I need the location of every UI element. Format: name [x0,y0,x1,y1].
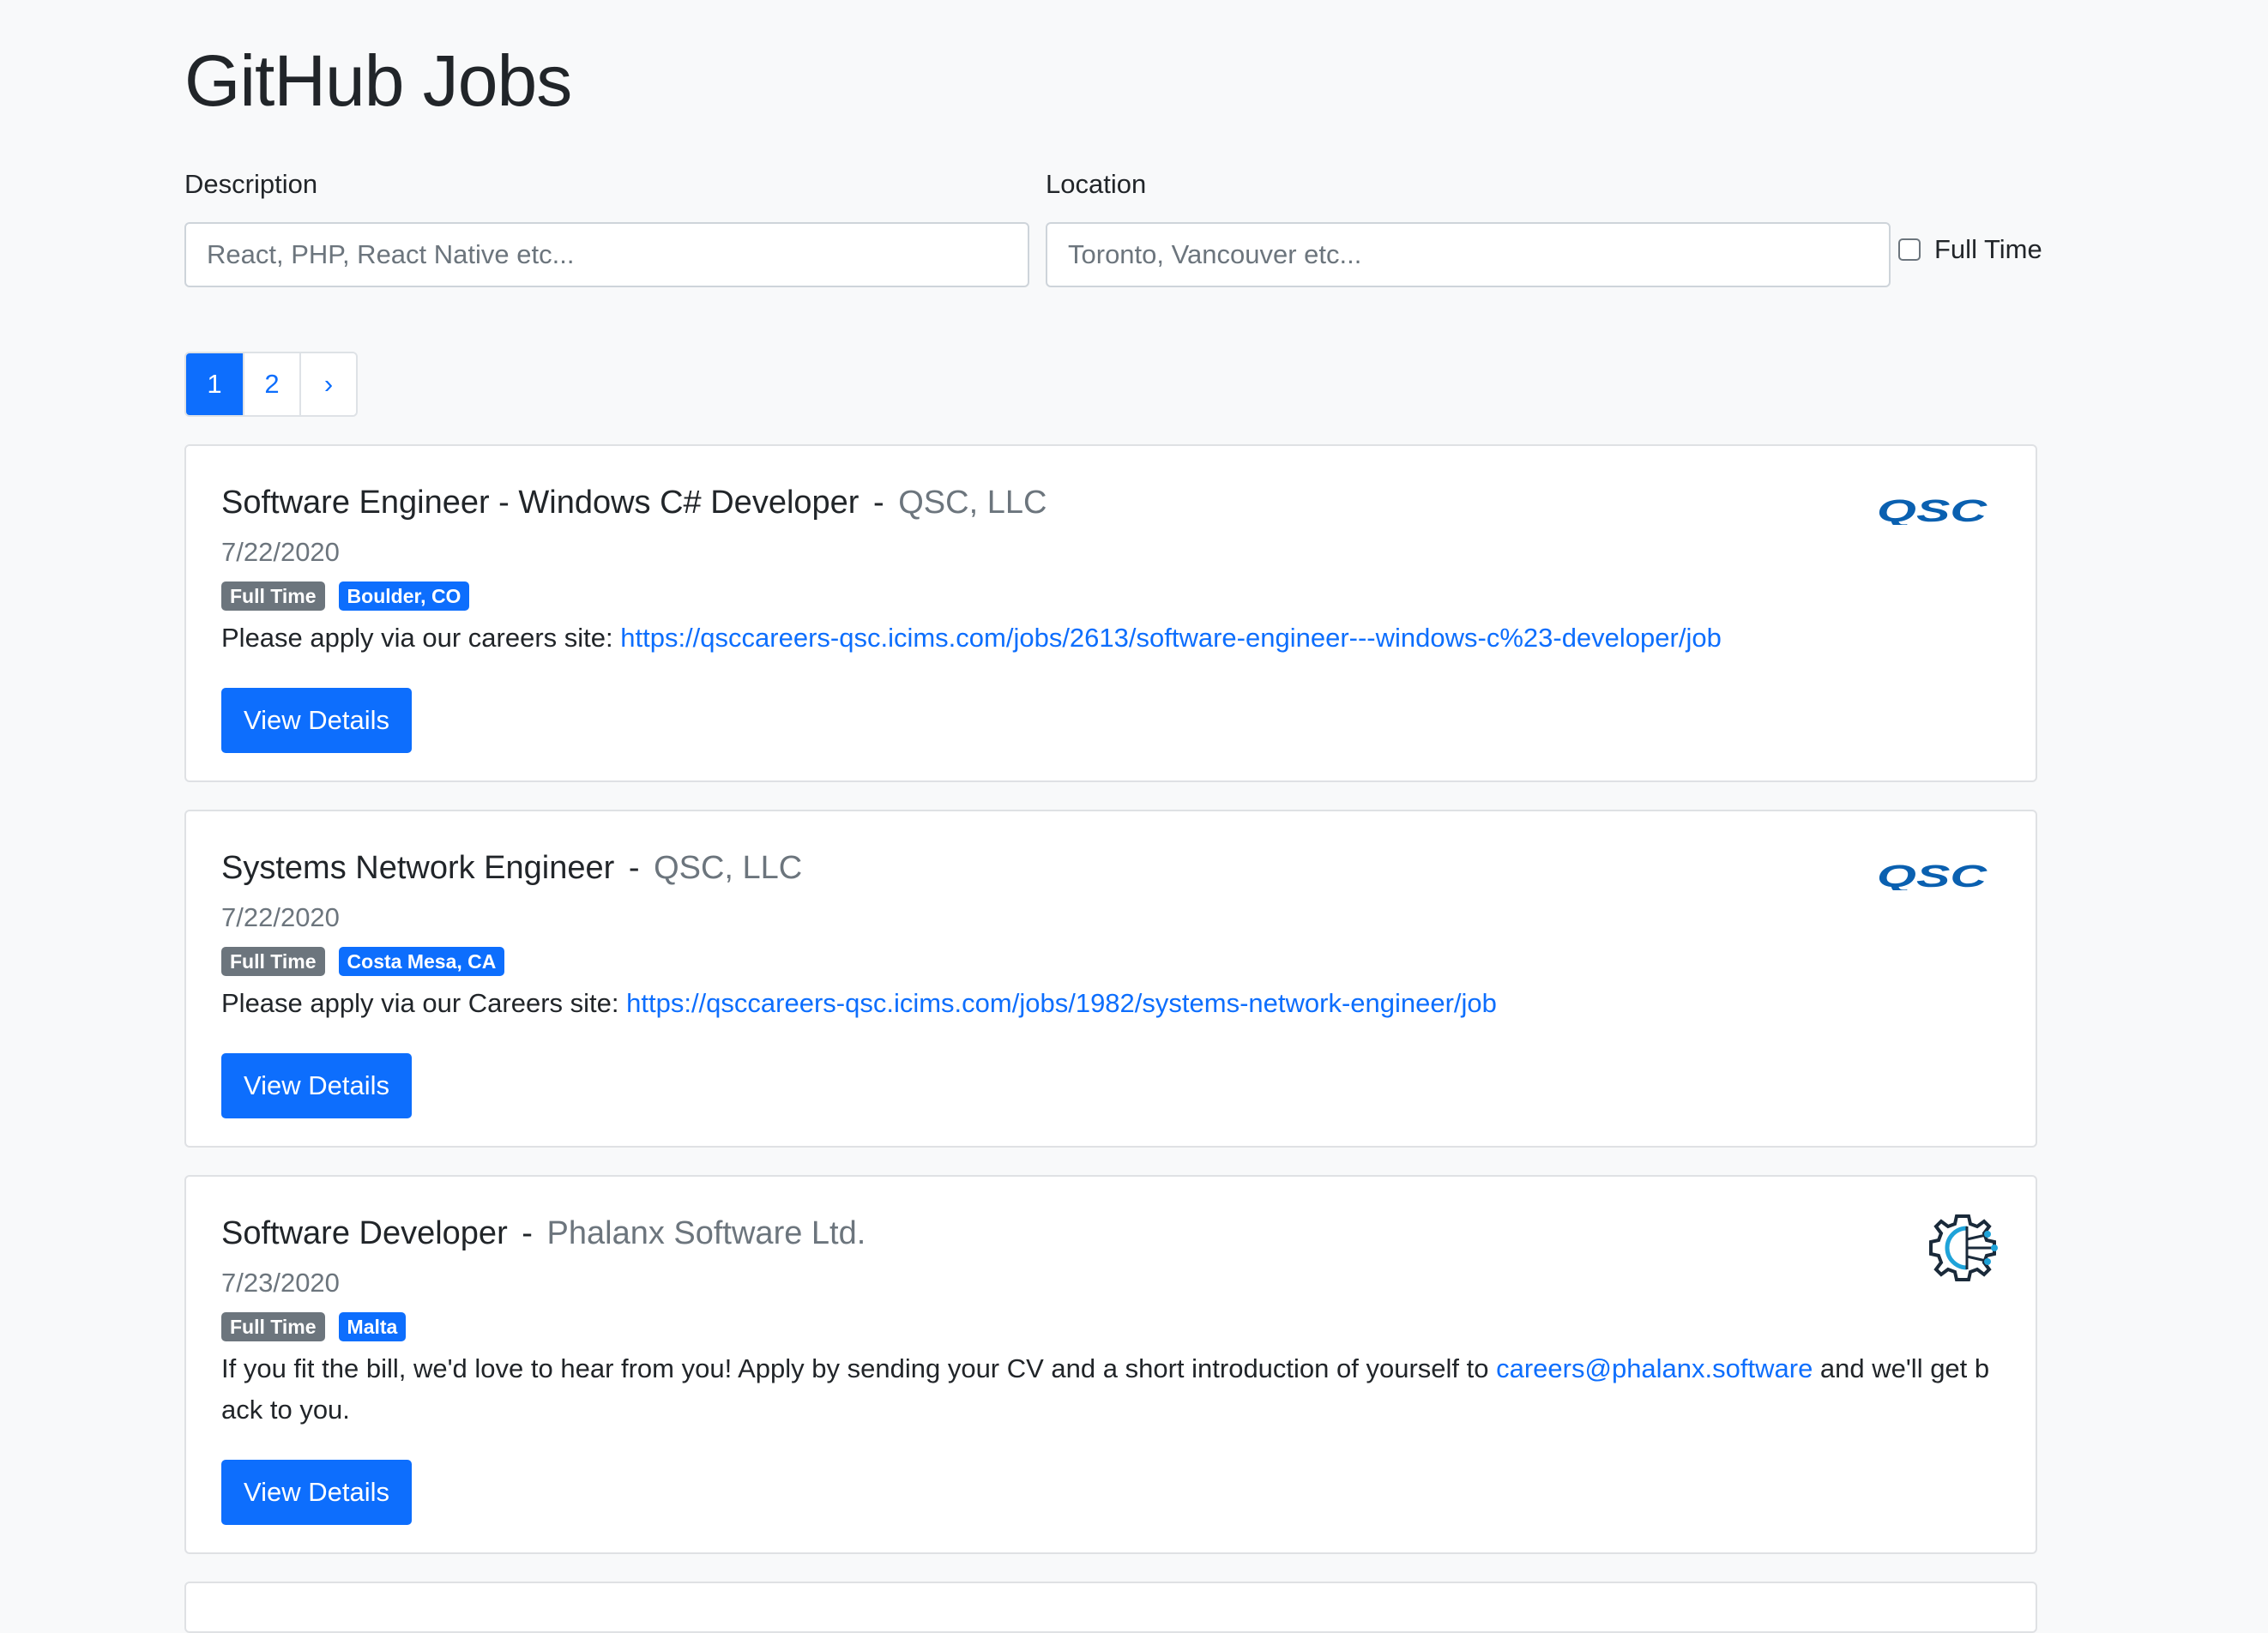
description-input[interactable] [184,222,1029,287]
page-title: GitHub Jobs [184,40,572,121]
job-date: 7/22/2020 [221,537,340,567]
title-separator: - [873,485,884,521]
job-badges: Full Time Costa Mesa, CA [221,947,2000,976]
company-name: QSC, LLC [898,485,1047,521]
job-apply-link[interactable]: https://qsccareers-qsc.icims.com/jobs/26… [620,623,1722,653]
job-badges: Full Time Malta [221,1312,2000,1341]
company-name: Phalanx Software Ltd. [546,1215,866,1251]
job-type-badge: Full Time [221,947,325,976]
description-group: Description [184,167,1029,287]
qsc-logo-text: QSC [1877,497,1988,525]
title-separator: - [522,1215,533,1251]
job-description: If you fit the bill, we'd love to hear f… [221,1348,2000,1431]
job-description: Please apply via our careers site: https… [221,618,2000,659]
job-apply-link[interactable]: careers@phalanx.software [1496,1353,1813,1383]
job-card: Software Engineer - Windows C# Developer… [184,444,2037,782]
company-logo-qsc: QSC [1877,859,1988,895]
page-1-button[interactable]: 1 [186,353,243,415]
job-location-badge: Costa Mesa, CA [338,947,505,976]
pagination: 1 2 › [184,352,358,417]
job-type-badge: Full Time [221,1312,325,1341]
full-time-label: Full Time [1934,234,2042,264]
location-group: Location [1046,167,1891,287]
job-description-text: If you fit the bill, we'd love to hear f… [221,1353,1497,1383]
job-description: Please apply via our Careers site: https… [221,983,2000,1024]
job-title: Software Engineer - Windows C# Developer [221,485,860,521]
job-description-text: Please apply via our Careers site: [221,988,627,1018]
view-details-button[interactable]: View Details [221,1053,413,1118]
location-input[interactable] [1046,222,1891,287]
job-title: Software Developer [221,1215,508,1251]
full-time-checkbox[interactable] [1898,238,1921,261]
job-card: Software Developer - Phalanx Software Lt… [184,1175,2037,1554]
search-form: Description Location Full Time [184,167,2072,287]
job-title: Systems Network Engineer [221,850,615,886]
job-type-badge: Full Time [221,581,325,611]
job-date: 7/23/2020 [221,1268,340,1298]
job-title-line: Software Engineer - Windows C# Developer… [221,480,2000,525]
job-description-text: Please apply via our careers site: [221,623,621,653]
company-logo-qsc: QSC [1877,493,1988,529]
location-label: Location [1046,169,1147,199]
job-card: Systems Network Engineer - QSC, LLC 7/22… [184,810,2037,1148]
next-page-button[interactable]: › [299,353,356,415]
qsc-logo-text: QSC [1877,863,1988,890]
job-apply-link[interactable]: https://qsccareers-qsc.icims.com/jobs/19… [626,988,1497,1018]
full-time-filter[interactable]: Full Time [1898,234,2042,265]
job-title-line: Software Developer - Phalanx Software Lt… [221,1211,2000,1256]
job-card [184,1582,2037,1633]
job-date: 7/22/2020 [221,902,340,932]
company-name: QSC, LLC [654,850,803,886]
job-location-badge: Malta [338,1312,407,1341]
job-badges: Full Time Boulder, CO [221,581,2000,611]
job-location-badge: Boulder, CO [338,581,470,611]
view-details-button[interactable]: View Details [221,1460,413,1525]
view-details-button[interactable]: View Details [221,688,413,753]
title-separator: - [628,850,640,886]
phalanx-gear-icon [1924,1209,2001,1291]
description-label: Description [184,169,318,199]
page-2-button[interactable]: 2 [243,353,299,415]
job-title-line: Systems Network Engineer - QSC, LLC [221,846,2000,890]
